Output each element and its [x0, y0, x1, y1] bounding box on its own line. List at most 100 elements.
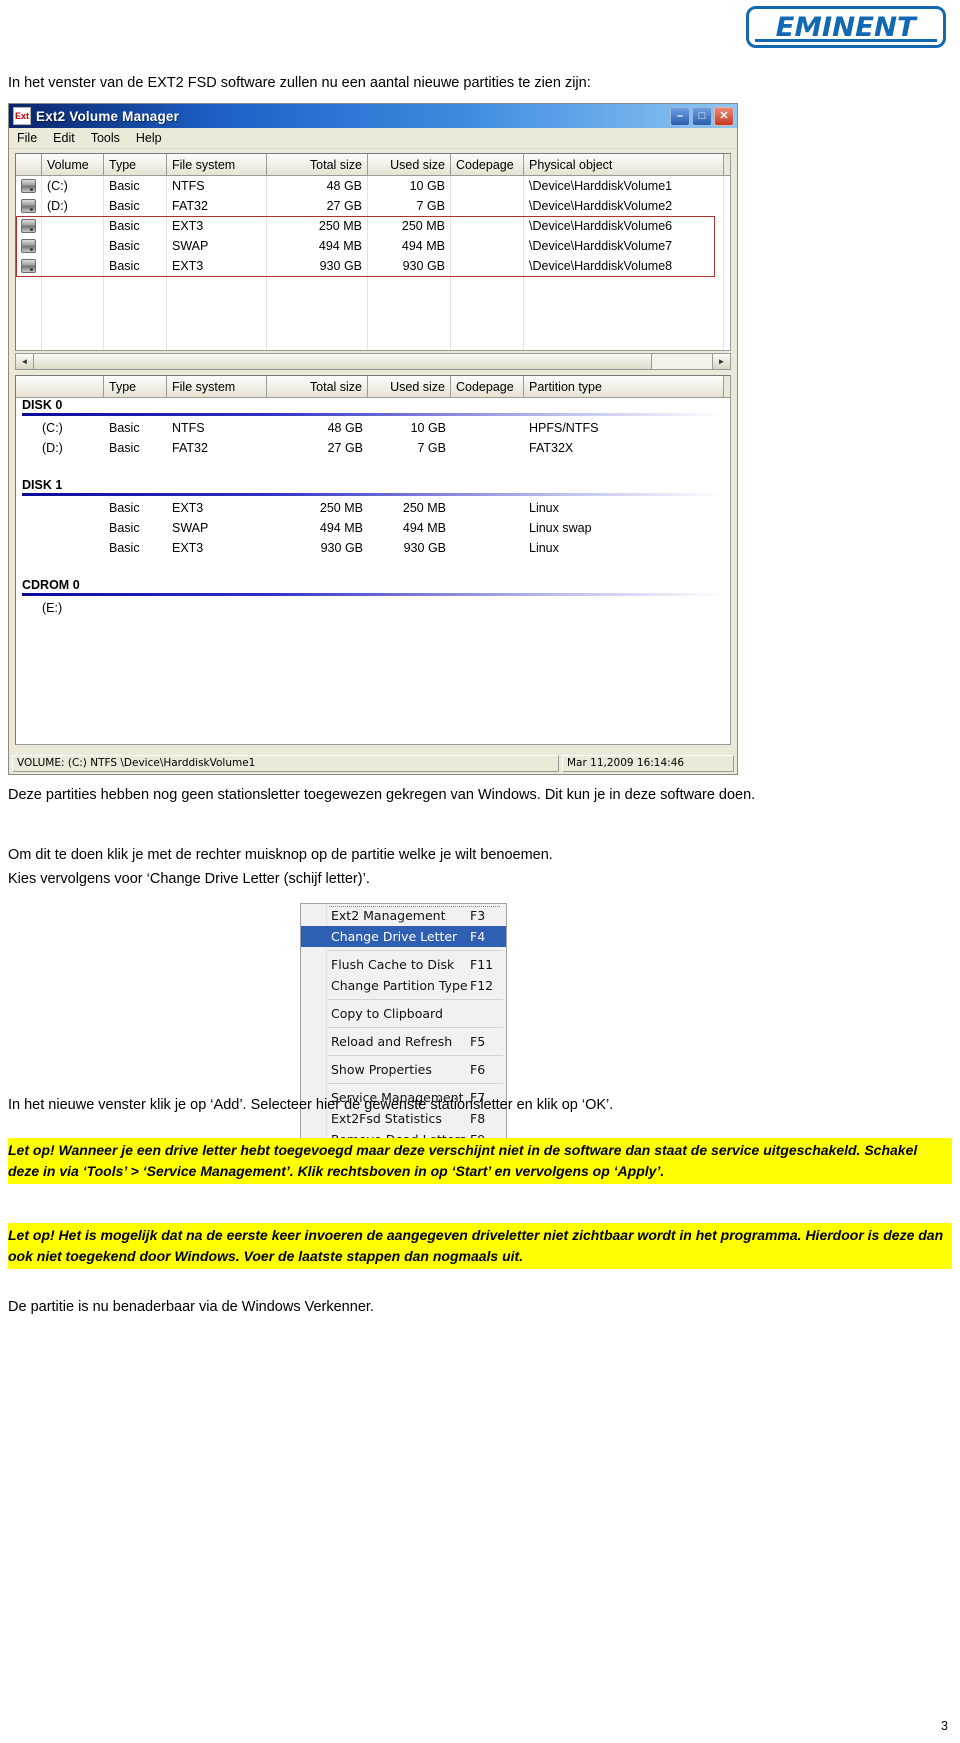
- horizontal-scrollbar[interactable]: ◄ ►: [15, 353, 731, 370]
- context-menu-item-label: Copy to Clipboard: [331, 1006, 443, 1021]
- scrollbar-thumb[interactable]: [34, 354, 652, 369]
- volume-empty-cell: [267, 336, 368, 350]
- status-bar: VOLUME: (C:) NTFS \Device\HarddiskVolume…: [9, 754, 737, 774]
- disk-col-header[interactable]: Total size: [267, 376, 368, 397]
- volume-cell: 10 GB: [368, 176, 451, 196]
- volume-col-header[interactable]: [16, 154, 42, 175]
- disk-col-header[interactable]: Type: [104, 376, 167, 397]
- context-menu-item[interactable]: Change Drive Letter F4: [301, 926, 506, 947]
- volume-row[interactable]: (D:) Basic FAT32 27 GB 7 GB \Device\HarddiskV…: [16, 196, 730, 216]
- volume-empty-cell: [16, 296, 42, 316]
- menu-edit[interactable]: Edit: [53, 131, 75, 145]
- disk-cell: FAT32: [172, 441, 208, 455]
- context-menu-item-label: Flush Cache to Disk: [331, 957, 455, 972]
- disk-icon: [21, 199, 36, 213]
- disk-cell: EXT3: [172, 541, 204, 555]
- disk-group-spacer: [16, 458, 730, 478]
- status-datetime: Mar 11,2009 16:14:46: [562, 754, 734, 772]
- disk-cell: 250 MB: [402, 501, 446, 515]
- maximize-button[interactable]: □: [692, 107, 712, 126]
- context-menu-item-shortcut: F11: [470, 957, 494, 972]
- disk-cell: (D:): [42, 441, 63, 455]
- context-menu-item-label: Change Partition Type: [331, 978, 468, 993]
- volume-col-header[interactable]: Physical object: [524, 154, 724, 175]
- context-menu-item[interactable]: Change Partition Type F12: [301, 975, 506, 996]
- volume-row[interactable]: Basic EXT3 250 MB 250 MB \Device\HarddiskVol…: [16, 216, 730, 236]
- close-button[interactable]: ✕: [714, 107, 734, 126]
- volume-empty-cell: [167, 296, 267, 316]
- paragraph-partition-accessible: De partitie is nu benaderbaar via de Win…: [8, 1299, 374, 1315]
- disk-col-header[interactable]: Partition type: [524, 376, 724, 397]
- context-menu-item-label: Change Drive Letter: [331, 929, 458, 944]
- volume-col-header[interactable]: Volume: [42, 154, 104, 175]
- disk-col-header[interactable]: Used size: [368, 376, 451, 397]
- volume-empty-cell: [451, 336, 524, 350]
- volume-cell: \Device\HarddiskVolume8: [524, 256, 724, 276]
- volume-col-header[interactable]: Used size: [368, 154, 451, 175]
- volume-cell: (C:): [42, 176, 104, 196]
- window-titlebar[interactable]: Ext Ext2 Volume Manager – □ ✕: [9, 104, 737, 128]
- volume-grid-body[interactable]: (C:) Basic NTFS 48 GB 10 GB \Device\HarddiskV…: [16, 176, 730, 350]
- menu-help[interactable]: Help: [136, 131, 162, 145]
- disk-group-label: DISK 1: [22, 478, 63, 492]
- volume-empty-cell: [16, 336, 42, 350]
- volume-col-header[interactable]: File system: [167, 154, 267, 175]
- volume-empty-cell: [524, 316, 724, 336]
- volume-empty-cell: [451, 276, 524, 296]
- volume-row[interactable]: Basic EXT3 930 GB 930 GB \Device\HarddiskVol…: [16, 256, 730, 276]
- volume-row[interactable]: Basic SWAP 494 MB 494 MB \Device\HarddiskVol…: [16, 236, 730, 256]
- context-menu-item-shortcut: F5: [470, 1034, 486, 1049]
- volume-cell: [42, 216, 104, 236]
- volume-col-header[interactable]: Total size: [267, 154, 368, 175]
- disk-group-spacer: [16, 558, 730, 578]
- volume-list-grid[interactable]: Volume Type File system Total size Used size…: [15, 153, 731, 351]
- context-menu-separator: [328, 1055, 503, 1056]
- disk-group-divider: [22, 493, 724, 496]
- disk-row[interactable]: Basic EXT3 930 GB 930 GB Linux: [16, 538, 730, 558]
- disk-icon: [21, 239, 36, 253]
- context-menu-item[interactable]: Ext2 Management F3: [301, 905, 506, 926]
- volume-col-header[interactable]: Codepage: [451, 154, 524, 175]
- window-client-area: Volume Type File system Total size Used size…: [9, 149, 737, 774]
- menu-tools[interactable]: Tools: [91, 131, 120, 145]
- volume-empty-cell: [267, 316, 368, 336]
- volume-empty-cell: [368, 316, 451, 336]
- context-menu-item[interactable]: Copy to Clipboard: [301, 1003, 506, 1024]
- scroll-left-arrow-icon[interactable]: ◄: [16, 354, 34, 369]
- menu-file[interactable]: File: [17, 131, 37, 145]
- disk-col-header[interactable]: Codepage: [451, 376, 524, 397]
- disk-row[interactable]: Basic SWAP 494 MB 494 MB Linux swap: [16, 518, 730, 538]
- disk-col-header[interactable]: File system: [167, 376, 267, 397]
- context-menu-item[interactable]: Reload and Refresh F5: [301, 1031, 506, 1052]
- disk-col-header[interactable]: [16, 376, 104, 397]
- minimize-button[interactable]: –: [670, 107, 690, 126]
- disk-cell: 494 MB: [402, 521, 446, 535]
- disk-group-label: DISK 0: [22, 398, 63, 412]
- volume-cell: Basic: [104, 216, 167, 236]
- disk-row[interactable]: Basic EXT3 250 MB 250 MB Linux: [16, 498, 730, 518]
- volume-col-header[interactable]: Type: [104, 154, 167, 175]
- logo-border: EMINENT: [746, 6, 946, 48]
- volume-empty-cell: [368, 296, 451, 316]
- disk-row[interactable]: (D:) Basic FAT32 27 GB 7 GB FAT32X: [16, 438, 730, 458]
- volume-empty-cell: [368, 336, 451, 350]
- disk-grid-body[interactable]: DISK 0 (C:) Basic NTFS 48 GB 10 GB HPFS/NTFS (D…: [16, 398, 730, 638]
- disk-cell: 7 GB: [417, 441, 447, 455]
- disk-cell: Basic: [109, 501, 140, 515]
- context-menu-item-shortcut: F4: [470, 929, 486, 944]
- context-menu-separator: [328, 950, 503, 951]
- context-menu-item[interactable]: Show Properties F6: [301, 1059, 506, 1080]
- disk-row[interactable]: (E:): [16, 598, 730, 618]
- disk-cell: EXT3: [172, 501, 204, 515]
- scrollbar-track[interactable]: [652, 354, 712, 369]
- window-title: Ext2 Volume Manager: [36, 108, 180, 124]
- volume-empty-cell: [104, 296, 167, 316]
- page-number: 3: [941, 1719, 948, 1733]
- context-menu-item[interactable]: Flush Cache to Disk F11: [301, 954, 506, 975]
- disk-tree-grid[interactable]: Type File system Total size Used size Codepa…: [15, 375, 731, 745]
- disk-row[interactable]: (C:) Basic NTFS 48 GB 10 GB HPFS/NTFS: [16, 418, 730, 438]
- logo-text: EMINENT: [775, 11, 917, 43]
- scroll-right-arrow-icon[interactable]: ►: [712, 354, 730, 369]
- disk-cell: Basic: [109, 441, 140, 455]
- volume-row[interactable]: (C:) Basic NTFS 48 GB 10 GB \Device\HarddiskV…: [16, 176, 730, 196]
